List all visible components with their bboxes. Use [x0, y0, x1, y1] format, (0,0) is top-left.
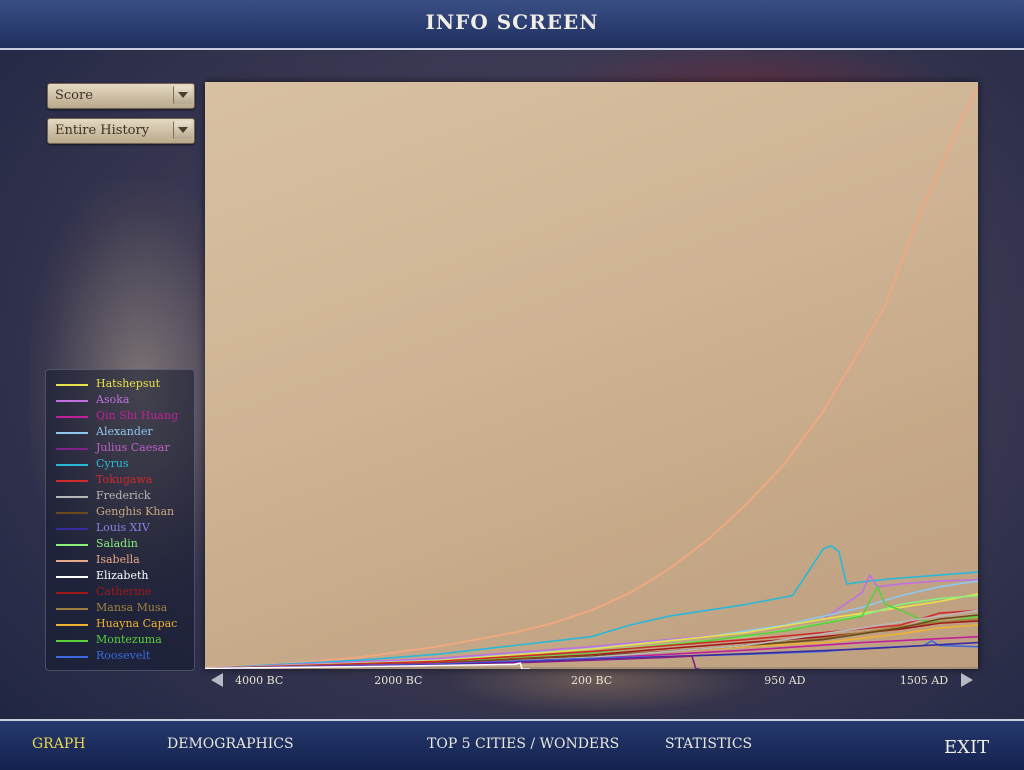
x-tick-label: 2000 BC	[374, 674, 423, 687]
score-graph-plot	[205, 87, 978, 669]
tab-top5-cities-wonders[interactable]: TOP 5 CITIES / WONDERS	[427, 736, 619, 752]
legend-swatch	[56, 592, 88, 594]
legend-item: Louis XIV	[54, 521, 194, 537]
score-graph	[205, 82, 978, 669]
arrow-left-icon[interactable]	[209, 672, 225, 688]
legend-label: Saladin	[96, 537, 138, 550]
x-tick-label: 950 AD	[764, 674, 806, 687]
legend-label: Tokugawa	[96, 473, 153, 486]
header-bar: INFO SCREEN	[0, 0, 1024, 50]
legend-label: Elizabeth	[96, 569, 149, 582]
legend-label: Frederick	[96, 489, 151, 502]
legend-label: Huayna Capac	[96, 617, 178, 630]
x-tick-label: 1505 AD	[899, 674, 949, 687]
page-title: INFO SCREEN	[425, 10, 599, 34]
tab-demographics[interactable]: DEMOGRAPHICS	[167, 736, 294, 752]
legend-label: Genghis Khan	[96, 505, 175, 518]
legend-swatch	[56, 432, 88, 434]
legend-swatch	[56, 448, 88, 450]
legend-item: Saladin	[54, 537, 194, 553]
graph-legend: Hatshepsut Asoka Qin Shi Huang Alexander Jul…	[45, 369, 195, 671]
legend-swatch	[56, 528, 88, 530]
tab-graph[interactable]: GRAPH	[32, 736, 85, 752]
series-line-isabella	[205, 87, 978, 669]
legend-label: Mansa Musa	[96, 601, 168, 614]
legend-item: Elizabeth	[54, 569, 194, 585]
legend-item: Tokugawa	[54, 473, 194, 489]
legend-label: Julius Caesar	[96, 441, 170, 454]
legend-swatch	[56, 656, 88, 658]
x-tick-label: 200 BC	[571, 674, 613, 687]
legend-item: Mansa Musa	[54, 601, 194, 617]
legend-label: Cyrus	[96, 457, 129, 470]
legend-swatch	[56, 576, 88, 578]
legend-label: Alexander	[96, 425, 153, 438]
range-dropdown[interactable]: Entire History	[47, 118, 195, 144]
legend-item: Catherine	[54, 585, 194, 601]
legend-swatch	[56, 496, 88, 498]
legend-swatch	[56, 480, 88, 482]
legend-swatch	[56, 384, 88, 386]
footer-bar: GRAPH DEMOGRAPHICS TOP 5 CITIES / WONDER…	[0, 719, 1024, 770]
legend-swatch	[56, 608, 88, 610]
legend-item: Alexander	[54, 425, 194, 441]
chevron-down-icon[interactable]	[173, 86, 192, 104]
legend-label: Roosevelt	[96, 649, 151, 662]
metric-dropdown[interactable]: Score	[47, 83, 195, 109]
legend-item: Huayna Capac	[54, 617, 194, 633]
legend-item: Julius Caesar	[54, 441, 194, 457]
legend-label: Isabella	[96, 553, 140, 566]
legend-swatch	[56, 544, 88, 546]
metric-dropdown-value: Score	[55, 88, 93, 103]
exit-button[interactable]: EXIT	[944, 737, 989, 758]
legend-item: Qin Shi Huang	[54, 409, 194, 425]
legend-swatch	[56, 512, 88, 514]
legend-item: Cyrus	[54, 457, 194, 473]
x-tick-label: 4000 BC	[235, 674, 284, 687]
legend-item: Frederick	[54, 489, 194, 505]
chevron-down-icon[interactable]	[173, 121, 192, 139]
legend-label: Qin Shi Huang	[96, 409, 179, 422]
legend-item: Asoka	[54, 393, 194, 409]
arrow-right-icon[interactable]	[959, 672, 975, 688]
legend-label: Louis XIV	[96, 521, 150, 534]
legend-label: Montezuma	[96, 633, 162, 646]
legend-item: Montezuma	[54, 633, 194, 649]
range-dropdown-value: Entire History	[55, 123, 150, 138]
legend-item: Hatshepsut	[54, 377, 194, 393]
legend-item: Genghis Khan	[54, 505, 194, 521]
legend-swatch	[56, 560, 88, 562]
tab-statistics[interactable]: STATISTICS	[665, 736, 752, 752]
legend-swatch	[56, 640, 88, 642]
legend-label: Hatshepsut	[96, 377, 161, 390]
legend-item: Roosevelt	[54, 649, 194, 665]
legend-label: Asoka	[96, 393, 130, 406]
legend-swatch	[56, 464, 88, 466]
legend-item: Isabella	[54, 553, 194, 569]
legend-swatch	[56, 400, 88, 402]
legend-swatch	[56, 624, 88, 626]
legend-label: Catherine	[96, 585, 152, 598]
legend-swatch	[56, 416, 88, 418]
